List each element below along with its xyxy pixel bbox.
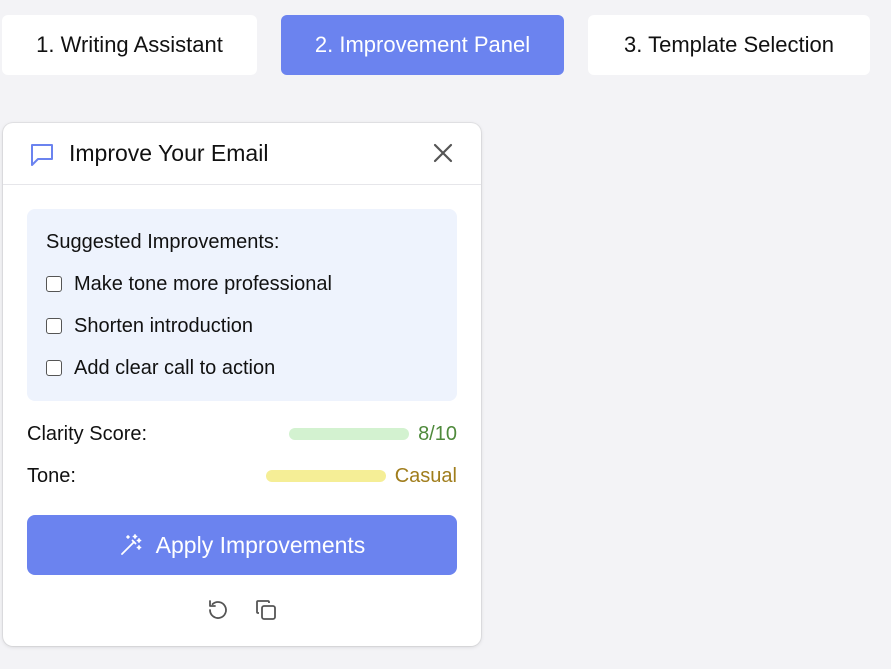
tone-value: Casual	[394, 465, 457, 487]
suggestion-label: Make tone more professional	[74, 272, 332, 295]
suggestion-item-tone[interactable]: Make tone more professional	[46, 272, 332, 296]
tone-label: Tone:	[27, 465, 76, 487]
clarity-label: Clarity Score:	[27, 423, 148, 445]
tone-metric: Tone: Casual	[27, 465, 457, 491]
chat-bubble-icon	[31, 144, 53, 166]
suggestions-box: Suggested Improvements: Make tone more p…	[27, 209, 457, 401]
tone-bar	[266, 470, 386, 482]
improvement-panel: Improve Your Email Suggested Improvement…	[3, 123, 481, 646]
close-icon[interactable]	[431, 141, 455, 165]
checkbox[interactable]	[46, 276, 62, 292]
checkbox[interactable]	[46, 360, 62, 376]
tab-writing-assistant[interactable]: 1. Writing Assistant	[2, 15, 257, 75]
apply-improvements-button[interactable]: Apply Improvements	[27, 515, 457, 575]
tab-template-selection[interactable]: 3. Template Selection	[588, 15, 870, 75]
undo-icon[interactable]	[206, 598, 230, 622]
suggestion-item-cta[interactable]: Add clear call to action	[46, 356, 275, 380]
suggestion-item-intro[interactable]: Shorten introduction	[46, 314, 253, 338]
copy-icon[interactable]	[254, 598, 278, 622]
panel-title: Improve Your Email	[69, 140, 269, 166]
magic-wand-icon	[120, 534, 142, 555]
tab-bar: 1. Writing Assistant 2. Improvement Pane…	[2, 15, 891, 75]
clarity-metric: Clarity Score: 8/10	[27, 423, 457, 449]
suggestion-label: Add clear call to action	[74, 356, 276, 379]
suggestions-title: Suggested Improvements:	[46, 231, 280, 253]
suggestion-label: Shorten introduction	[74, 314, 254, 337]
apply-button-label: Apply Improvements	[155, 531, 366, 558]
clarity-bar	[289, 428, 409, 440]
tab-improvement-panel[interactable]: 2. Improvement Panel	[281, 15, 564, 75]
checkbox[interactable]	[46, 318, 62, 334]
clarity-value: 8/10	[418, 423, 457, 445]
panel-header: Improve Your Email	[3, 123, 481, 185]
